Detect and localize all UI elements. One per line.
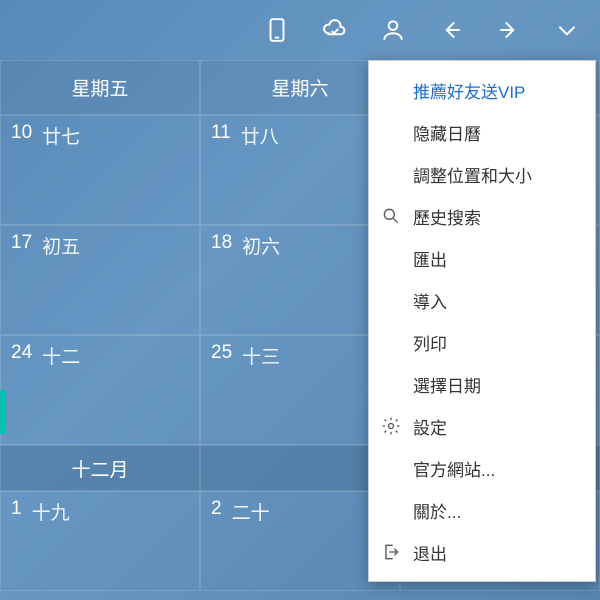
person-icon[interactable]: [380, 17, 406, 43]
month-label: 十二月: [0, 445, 200, 491]
day-cell[interactable]: 24十二: [0, 335, 200, 445]
toolbar: [0, 0, 600, 60]
exit-icon: [381, 542, 401, 562]
menu-item-label: 列印: [413, 330, 447, 355]
menu-item-4[interactable]: 匯出: [369, 237, 595, 279]
menu-item-label: 隐藏日曆: [413, 120, 481, 145]
menu-item-label: 導入: [413, 288, 447, 313]
menu-item-1[interactable]: 隐藏日曆: [369, 111, 595, 153]
dropdown-menu: 推薦好友送VIP 隐藏日曆調整位置和大小歷史搜索匯出導入列印選擇日期設定官方網站.…: [368, 60, 596, 582]
weekday-header: 星期五: [0, 60, 200, 115]
menu-item-3[interactable]: 歷史搜索: [369, 195, 595, 237]
menu-item-label: 官方網站...: [413, 456, 495, 481]
today-marker: [0, 390, 6, 434]
menu-item-10[interactable]: 關於...: [369, 489, 595, 531]
back-arrow-icon[interactable]: [438, 17, 464, 43]
menu-item-0[interactable]: 推薦好友送VIP: [369, 69, 595, 111]
gear-icon: [381, 416, 401, 436]
menu-item-6[interactable]: 列印: [369, 321, 595, 363]
menu-item-5[interactable]: 導入: [369, 279, 595, 321]
menu-item-label: 匯出: [413, 246, 447, 271]
menu-item-2[interactable]: 調整位置和大小: [369, 153, 595, 195]
menu-item-label: 關於...: [413, 498, 461, 523]
menu-item-7[interactable]: 選擇日期: [369, 363, 595, 405]
menu-item-label: 設定: [413, 414, 447, 439]
menu-item-label: 調整位置和大小: [413, 162, 532, 187]
day-cell[interactable]: 17初五: [0, 225, 200, 335]
menu-item-label: 歷史搜索: [413, 204, 481, 229]
phone-icon[interactable]: [264, 17, 290, 43]
day-cell[interactable]: 1十九: [0, 491, 200, 591]
cloud-sync-icon[interactable]: [322, 17, 348, 43]
menu-item-9[interactable]: 官方網站...: [369, 447, 595, 489]
menu-item-label: 選擇日期: [413, 372, 481, 397]
menu-item-11[interactable]: 退出: [369, 531, 595, 573]
menu-item-label: 退出: [413, 540, 447, 565]
search-icon: [381, 206, 401, 226]
chevron-down-icon[interactable]: [554, 17, 580, 43]
day-cell[interactable]: 10廿七: [0, 115, 200, 225]
forward-arrow-icon[interactable]: [496, 17, 522, 43]
menu-item-8[interactable]: 設定: [369, 405, 595, 447]
menu-item-label: 推薦好友送VIP: [413, 78, 525, 103]
